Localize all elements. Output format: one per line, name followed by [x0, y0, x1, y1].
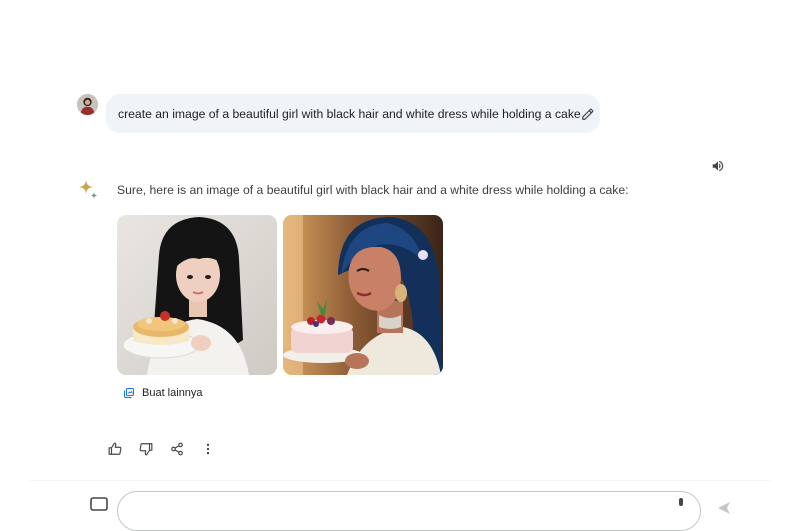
chat-input-row [90, 491, 750, 531]
thumbs-down-button[interactable] [135, 438, 157, 460]
response-text: Sure, here is an image of a beautiful gi… [117, 183, 629, 197]
microphone-icon [679, 498, 683, 506]
microphone-button[interactable] [675, 497, 687, 509]
thumbs-up-button[interactable] [104, 438, 126, 460]
divider [30, 480, 770, 481]
speaker-icon [712, 160, 724, 172]
share-button[interactable] [166, 438, 188, 460]
prompt-input[interactable] [138, 502, 666, 519]
more-options-button[interactable] [197, 438, 219, 460]
generated-image-2[interactable] [283, 215, 443, 375]
send-icon [718, 502, 730, 514]
share-icon [171, 442, 183, 456]
more-vert-icon [206, 443, 210, 455]
thumbs-down-icon [139, 443, 153, 456]
generated-image-1[interactable] [117, 215, 277, 375]
thumbs-up-icon [108, 442, 122, 455]
prompt-input-box[interactable] [117, 491, 701, 531]
pencil-icon [581, 108, 594, 120]
user-avatar[interactable] [77, 94, 98, 115]
send-button[interactable] [718, 501, 730, 514]
response-actions [104, 438, 219, 460]
sparkle-icon [77, 179, 100, 202]
edit-prompt-button[interactable] [581, 104, 595, 124]
image-stack-icon [124, 388, 134, 398]
generate-more-button[interactable]: Buat lainnya [117, 383, 209, 403]
generate-more-label: Buat lainnya [142, 387, 203, 399]
read-aloud-button[interactable] [708, 156, 728, 176]
user-prompt-bubble: create an image of a beautiful girl with… [106, 94, 600, 133]
image-upload-button[interactable] [90, 497, 108, 511]
user-prompt-text: create an image of a beautiful girl with… [118, 106, 581, 121]
image-upload-icon [90, 497, 108, 511]
